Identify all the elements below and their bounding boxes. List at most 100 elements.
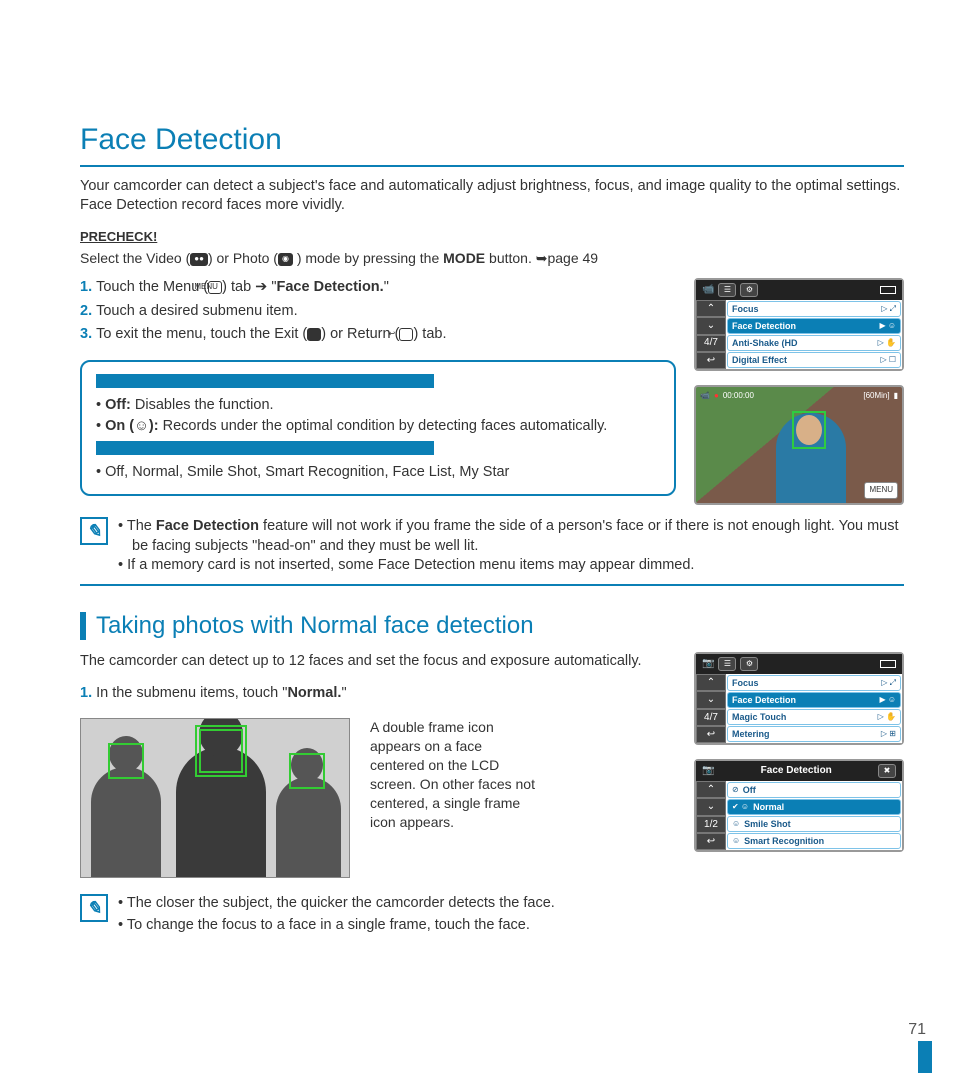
settings-tab[interactable]: ⚙ (740, 657, 758, 671)
submenu-off: Off: Disables the function. (96, 396, 660, 416)
text: To exit the menu, touch the Exit ( (96, 326, 307, 342)
text: ) mode by pressing the (293, 250, 443, 266)
photo-icon: ◉ (278, 253, 293, 266)
page-indicator: 1/2 (696, 816, 726, 833)
text: ) tab. (413, 326, 446, 342)
down-button[interactable]: ⌄ (696, 691, 726, 708)
step-1: 1.Touch the Menu (MENU) tab ➔ "Face Dete… (80, 278, 676, 298)
text: Touch the Menu ( (96, 279, 208, 295)
face-icon: ☺ (134, 418, 149, 434)
video-icon: ●● (190, 253, 208, 266)
text: button. ➥page 49 (485, 250, 598, 266)
menu-item-focus[interactable]: Focus▷ ⤢ (727, 675, 901, 691)
battery-icon (880, 286, 896, 294)
menu-button[interactable]: MENU (864, 482, 898, 499)
menu-item-smart-recognition[interactable]: ☺Smart Recognition (727, 833, 901, 849)
label: On ( (105, 418, 134, 434)
single-frame (289, 753, 325, 789)
exit-icon: ✖ (307, 328, 321, 341)
precheck-label: PRECHECK! (80, 228, 904, 246)
page-title: Face Detection (80, 120, 904, 167)
settings-tab[interactable]: ⚙ (740, 283, 758, 297)
back-button[interactable]: ↩ (696, 352, 726, 369)
precheck-text: Select the Video (●●) or Photo (◉ ) mode… (80, 249, 904, 268)
text: Touch a desired submenu item. (96, 303, 298, 319)
mode-icon: 📷 (702, 657, 714, 671)
step-num: 1. (80, 279, 92, 295)
note-2b: To change the focus to a face in a singl… (118, 916, 555, 936)
note-2: ✎ The closer the subject, the quicker th… (80, 894, 904, 937)
text: ) or Photo ( (208, 250, 278, 266)
double-frame-caption: A double frame icon appears on a face ce… (370, 718, 540, 831)
note-2a: The closer the subject, the quicker the … (118, 894, 555, 914)
list-tab[interactable]: ☰ (718, 283, 736, 297)
menu-item-magic-touch[interactable]: Magic Touch▷ ✋ (727, 709, 901, 725)
menu-item-smile-shot[interactable]: ☺Smile Shot (727, 816, 901, 832)
step-num: 3. (80, 326, 92, 342)
down-button[interactable]: ⌄ (696, 798, 726, 815)
menu-item-normal[interactable]: ✔ ☺Normal (727, 799, 901, 815)
menu-item-metering[interactable]: Metering▷ ⊞ (727, 726, 901, 742)
text: " (341, 685, 346, 701)
camera-menu-2: 📷 ☰ ⚙ ⌃ ⌄ 4/7 ↩ Focus▷ ⤢Face Detection▶ … (694, 652, 904, 745)
note-1b: If a memory card is not inserted, some F… (118, 556, 904, 576)
submenu-list: Off, Normal, Smile Shot, Smart Recogniti… (96, 463, 660, 483)
list-tab[interactable]: ☰ (718, 657, 736, 671)
step-num: 2. (80, 303, 92, 319)
note-1: ✎ The Face Detection feature will not wo… (80, 517, 904, 586)
down-button[interactable]: ⌄ (696, 317, 726, 334)
back-button[interactable]: ↩ (696, 833, 726, 850)
intro2: The camcorder can detect up to 12 faces … (80, 652, 676, 672)
text: Normal. (287, 685, 341, 701)
mode-icon: 📷 (702, 764, 714, 778)
note-1a: The Face Detection feature will not work… (118, 517, 904, 556)
step-2: 2.Touch a desired submenu item. (80, 302, 676, 322)
up-button[interactable]: ⌃ (696, 781, 726, 798)
text: " (384, 279, 389, 295)
menu-item-off[interactable]: ⊘Off (727, 782, 901, 798)
back-button[interactable]: ↩ (696, 726, 726, 743)
double-frame-inner (199, 729, 243, 773)
text: Select the Video ( (80, 250, 190, 266)
menu-icon: MENU (208, 281, 222, 294)
face-frame (792, 411, 826, 449)
note-icon: ✎ (80, 517, 108, 545)
text: Face Detection. (277, 279, 384, 295)
text: Face Detection (156, 518, 259, 534)
page-indicator: 4/7 (696, 335, 726, 352)
header-bar (96, 374, 434, 388)
menu-item-focus[interactable]: Focus▷ ⤢ (727, 301, 901, 317)
text: In the submenu items, touch " (96, 685, 287, 701)
menu-header: 📹 ☰ ⚙ (696, 280, 902, 300)
return-icon: ↩ (399, 328, 413, 341)
battery-icon: ▮ (894, 391, 898, 402)
remain-time: [60Min] (863, 391, 889, 402)
menu-item-face-detection[interactable]: Face Detection▶ ☺ (727, 318, 901, 334)
step-num: 1. (80, 685, 92, 701)
up-button[interactable]: ⌃ (696, 674, 726, 691)
menu-item-anti-shake-(hd[interactable]: Anti-Shake (HD▷ ✋ (727, 335, 901, 351)
page-number: 71 (908, 1019, 926, 1041)
rec-dot: ● (714, 391, 719, 402)
menu-item-digital-effect[interactable]: Digital Effect▷ ☐ (727, 352, 901, 368)
camera-menu-3: 📷 Face Detection ✖ ⌃ ⌄ 1/2 ↩ ⊘Off✔ ☺Norm… (694, 759, 904, 852)
steps-list: 1.Touch the Menu (MENU) tab ➔ "Face Dete… (80, 278, 676, 345)
mode-icon: 📹 (702, 283, 714, 297)
menu-item-face-detection[interactable]: Face Detection▶ ☺ (727, 692, 901, 708)
step-3: 3.To exit the menu, touch the Exit (✖) o… (80, 325, 676, 345)
text: Records under the optimal condition by d… (159, 418, 608, 434)
label: ): (149, 418, 159, 434)
up-button[interactable]: ⌃ (696, 300, 726, 317)
note-icon: ✎ (80, 894, 108, 922)
intro-text: Your camcorder can detect a subject's fa… (80, 177, 904, 216)
single-frame (108, 743, 144, 779)
text: Disables the function. (131, 397, 274, 413)
timecode: 00:00:00 (723, 391, 754, 402)
page-indicator: 4/7 (696, 709, 726, 726)
close-button[interactable]: ✖ (878, 764, 896, 778)
page-corner (918, 1041, 932, 1073)
menu3-title: Face Detection (718, 764, 874, 778)
video-icon: 📹 (700, 391, 710, 402)
header-bar (96, 441, 434, 455)
step-b1: 1.In the submenu items, touch "Normal." (80, 684, 676, 704)
